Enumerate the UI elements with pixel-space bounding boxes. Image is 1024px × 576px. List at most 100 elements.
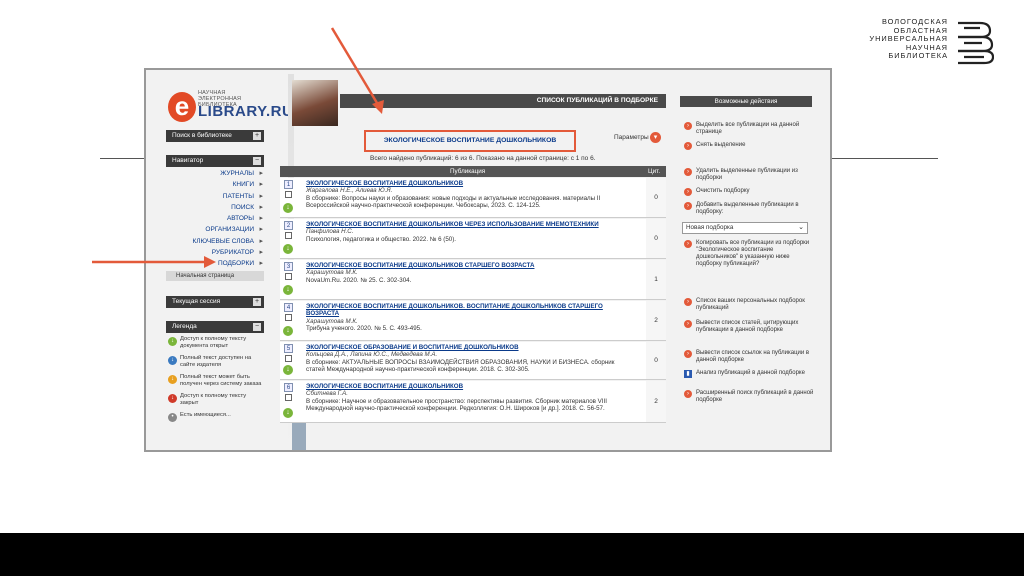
publication-authors[interactable]: Жаргалова Н.Е., Алиева Ю.Я.	[306, 187, 632, 194]
arrow-right-icon: ›	[684, 350, 692, 358]
publication-title-link[interactable]: ЭКОЛОГИЧЕСКОЕ ОБРАЗОВАНИЕ И ВОСПИТАНИЕ Д…	[306, 344, 632, 351]
row-number: 3	[284, 262, 293, 271]
left-decor-line	[100, 158, 146, 159]
action-advanced-search[interactable]: › Расширенный поиск публикаций в данной …	[684, 390, 814, 404]
table-header: Публикация Цит.	[280, 166, 666, 177]
publication-source: Трибуна ученого. 2020. № 5. С. 493-495.	[306, 325, 422, 333]
current-session-bar[interactable]: Текущая сессия +	[166, 296, 264, 308]
chevron-down-icon: ⌄	[798, 224, 804, 231]
order-access-icon: ↓	[168, 375, 177, 384]
row-checkbox[interactable]	[285, 273, 292, 280]
citation-count: 1	[646, 260, 666, 299]
navigator-bar[interactable]: Навигатор −	[166, 155, 264, 167]
nav-item-rubricator[interactable]: РУБРИКАТОР	[166, 247, 264, 259]
collapse-icon[interactable]: −	[253, 323, 261, 331]
footer-strip	[292, 423, 306, 450]
table-row: 6 ↓ ЭКОЛОГИЧЕСКОЕ ВОСПИТАНИЕ ДОШКОЛЬНИКО…	[280, 381, 666, 423]
citation-count: 0	[646, 342, 666, 379]
publication-authors[interactable]: Кольцова Д.А., Лапина Ю.С., Медведева М.…	[306, 351, 632, 358]
publisher-access-icon: ↓	[168, 356, 177, 365]
table-row: 4 ↓ ЭКОЛОГИЧЕСКОЕ ВОСПИТАНИЕ ДОШКОЛЬНИКО…	[280, 301, 666, 341]
publication-authors[interactable]: Панфилова Н.С.	[306, 228, 632, 235]
navigator-menu: ЖУРНАЛЫ КНИГИ ПАТЕНТЫ ПОИСК АВТОРЫ ОРГАН…	[166, 168, 264, 270]
row-checkbox[interactable]	[285, 314, 292, 321]
publication-authors[interactable]: Харашутова М.К.	[306, 269, 632, 276]
collection-select[interactable]: Новая подборка ⌄	[682, 222, 808, 234]
arrow-right-icon: ›	[684, 142, 692, 150]
row-number: 4	[284, 303, 293, 312]
action-analysis[interactable]: ▮ Анализ публикаций в данной подборке	[684, 370, 814, 378]
row-checkbox[interactable]	[285, 394, 292, 401]
arrow-right-icon: ›	[684, 168, 692, 176]
collapse-icon[interactable]: −	[253, 157, 261, 165]
publication-authors[interactable]: Сбитнева Г.А.	[306, 390, 632, 397]
table-row: 5 ↓ ЭКОЛОГИЧЕСКОЕ ОБРАЗОВАНИЕ И ВОСПИТАН…	[280, 342, 666, 380]
col-citations-header: Цит.	[648, 168, 661, 175]
params-chevron-icon[interactable]: ▾	[650, 132, 661, 143]
action-references-list[interactable]: › Вывести список ссылок на публикации в …	[684, 350, 814, 364]
download-icon[interactable]: ↓	[283, 408, 293, 418]
table-row: 1 ↓ ЭКОЛОГИЧЕСКОЕ ВОСПИТАНИЕ ДОШКОЛЬНИКО…	[280, 178, 666, 218]
download-icon[interactable]: ↓	[283, 203, 293, 213]
bar-chart-icon: ▮	[684, 370, 692, 378]
legend-item: ↓ Доступ к полному тексту закрыт	[166, 393, 266, 407]
download-icon[interactable]: ↓	[283, 365, 293, 375]
nav-item-journals[interactable]: ЖУРНАЛЫ	[166, 168, 264, 180]
nav-item-search[interactable]: ПОИСК	[166, 202, 264, 214]
row-checkbox[interactable]	[285, 232, 292, 239]
arrow-right-icon: ›	[684, 202, 692, 210]
action-copy-collection[interactable]: › Копировать все публикации из подборки …	[684, 240, 814, 268]
publication-title-link[interactable]: ЭКОЛОГИЧЕСКОЕ ВОСПИТАНИЕ ДОШКОЛЬНИКОВ СТ…	[306, 262, 632, 269]
publication-authors[interactable]: Харашутова М.К.	[306, 318, 632, 325]
library-logo-text: ВОЛОГОДСКАЯ ОБЛАСТНАЯ УНИВЕРСАЛЬНАЯ НАУЧ…	[869, 17, 948, 61]
params-label: Параметры	[614, 134, 649, 141]
row-checkbox[interactable]	[285, 191, 292, 198]
publication-title-link[interactable]: ЭКОЛОГИЧЕСКОЕ ВОСПИТАНИЕ ДОШКОЛЬНИКОВ. В…	[306, 303, 632, 318]
publication-title-link[interactable]: ЭКОЛОГИЧЕСКОЕ ВОСПИТАНИЕ ДОШКОЛЬНИКОВ	[306, 383, 632, 390]
publication-source: В сборнике: АКТУАЛЬНЫЕ ВОПРОСЫ ВЗАИМОДЕЙ…	[306, 358, 615, 374]
citation-count: 2	[646, 381, 666, 422]
legend-bar[interactable]: Легенда −	[166, 321, 264, 333]
right-decor-line	[830, 158, 938, 159]
nav-home-link[interactable]: Начальная страница	[166, 271, 264, 281]
page-title-bar: СПИСОК ПУБЛИКАЦИЙ В ПОДБОРКЕ	[340, 94, 666, 108]
action-remove-selected[interactable]: › Удалить выделенные публикации из подбо…	[684, 168, 814, 182]
arrow-right-icon: ›	[684, 122, 692, 130]
elibrary-logo[interactable]: e НАУЧНАЯ ЭЛЕКТРОННАЯ БИБЛИОТЕКА LIBRARY…	[168, 86, 293, 126]
nav-item-keywords[interactable]: КЛЮЧЕВЫЕ СЛОВА	[166, 236, 264, 248]
nav-item-organizations[interactable]: ОРГАНИЗАЦИИ	[166, 224, 264, 236]
col-publication-header: Публикация	[450, 168, 486, 175]
download-icon[interactable]: ↓	[283, 285, 293, 295]
arrow-right-icon: ›	[684, 298, 692, 306]
publication-title-link[interactable]: ЭКОЛОГИЧЕСКОЕ ВОСПИТАНИЕ ДОШКОЛЬНИКОВ ЧЕ…	[306, 221, 632, 228]
arrow-right-icon: ›	[684, 188, 692, 196]
nav-item-books[interactable]: КНИГИ	[166, 179, 264, 191]
row-checkbox[interactable]	[285, 355, 292, 362]
search-library-bar[interactable]: Поиск в библиотеке +	[166, 130, 264, 142]
slide-bottom-bar	[0, 533, 1024, 576]
nav-item-patents[interactable]: ПАТЕНТЫ	[166, 191, 264, 203]
action-select-all[interactable]: › Выделить все публикации на данной стра…	[684, 122, 814, 136]
library-logo-mark	[958, 21, 994, 65]
action-list-collections[interactable]: › Список ваших персональных подборок пуб…	[684, 298, 814, 312]
action-citing-articles[interactable]: › Вывести список статей, цитирующих публ…	[684, 320, 814, 334]
legend-list: ↓ Доступ к полному тексту документа откр…	[166, 336, 266, 424]
download-icon[interactable]: ↓	[283, 244, 293, 254]
nav-item-authors[interactable]: АВТОРЫ	[166, 213, 264, 225]
action-add-to-collection[interactable]: › Добавить выделенные публикации в подбо…	[684, 202, 814, 216]
elibrary-page: e НАУЧНАЯ ЭЛЕКТРОННАЯ БИБЛИОТЕКА LIBRARY…	[146, 70, 830, 450]
row-number: 1	[284, 180, 293, 189]
download-icon[interactable]: ↓	[283, 326, 293, 336]
elibrary-logo-letter: e	[168, 92, 196, 122]
arrow-right-icon: ›	[684, 320, 692, 328]
action-deselect[interactable]: › Снять выделение	[684, 142, 814, 150]
legend-item: • Есть имеющиеся...	[166, 412, 266, 422]
publication-title-link[interactable]: ЭКОЛОГИЧЕСКОЕ ВОСПИТАНИЕ ДОШКОЛЬНИКОВ	[306, 180, 632, 187]
expand-icon[interactable]: +	[253, 132, 261, 140]
publication-source: Психология, педагогика и общество. 2022.…	[306, 235, 457, 243]
action-clear-collection[interactable]: › Очистить подборку	[684, 188, 814, 196]
table-row: 3 ↓ ЭКОЛОГИЧЕСКОЕ ВОСПИТАНИЕ ДОШКОЛЬНИКО…	[280, 260, 666, 300]
nav-item-collections[interactable]: ПОДБОРКИ	[166, 258, 264, 270]
expand-icon[interactable]: +	[253, 298, 261, 306]
publication-source: NovaUm.Ru. 2020. № 25. С. 302-304.	[306, 276, 412, 284]
